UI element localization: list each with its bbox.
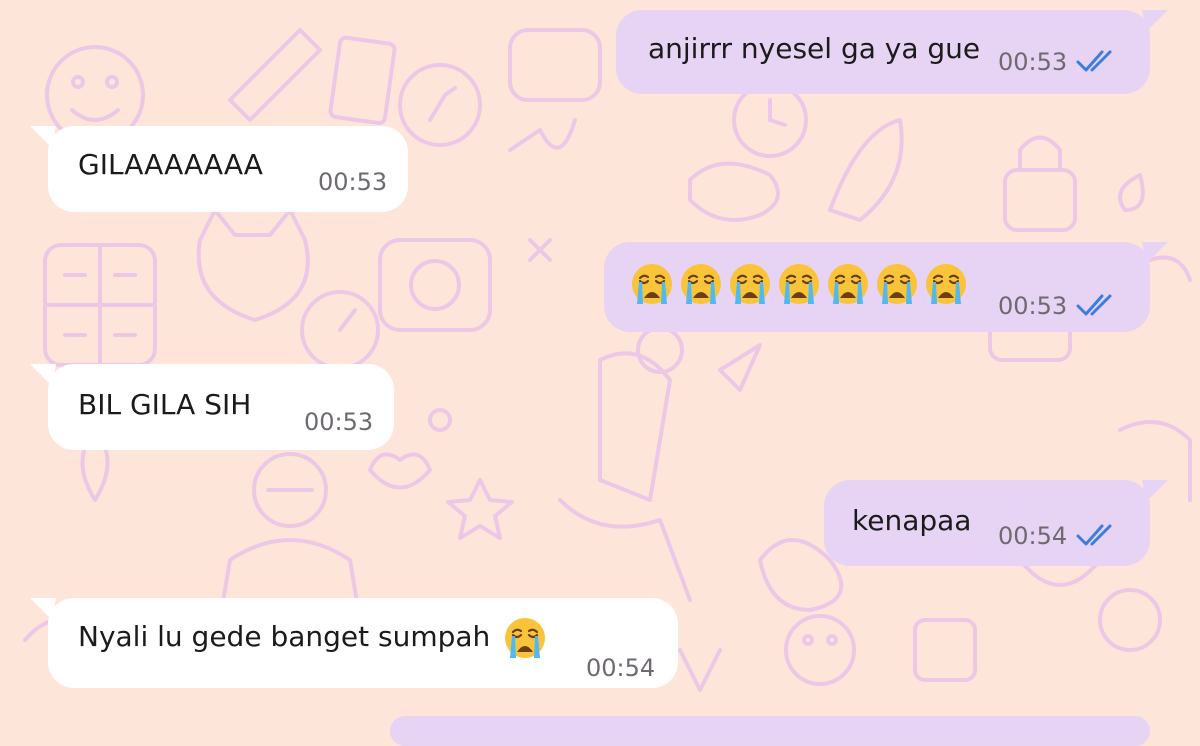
loudly-crying-face-icon xyxy=(679,262,723,306)
read-double-check-icon xyxy=(1076,294,1112,316)
loudly-crying-face-icon xyxy=(728,262,772,306)
message-timestamp: 00:54 xyxy=(586,654,656,682)
bubble-tail xyxy=(1142,480,1168,502)
loudly-crying-face-icon xyxy=(924,262,968,306)
message-text: GILAAAAAAA xyxy=(78,148,263,181)
message-text: anjirrr nyesel ga ya gue xyxy=(648,32,981,65)
loudly-crying-face-icon xyxy=(875,262,919,306)
message-timestamp: 00:53 xyxy=(304,408,374,436)
message-timestamp: 00:54 xyxy=(998,522,1068,550)
message-bubble-outgoing[interactable]: anjirrr nyesel ga ya gue 00:53 xyxy=(616,10,1168,94)
loudly-crying-face-icon xyxy=(503,616,547,660)
loudly-crying-face-icon xyxy=(826,262,870,306)
message-text: BIL GILA SIH xyxy=(78,388,252,421)
loudly-crying-face-icon xyxy=(630,262,674,306)
message-bubble-incoming[interactable]: GILAAAAAAA 00:53 xyxy=(30,126,408,212)
read-double-check-icon xyxy=(1076,524,1112,546)
message-bubble-incoming[interactable]: Nyali lu gede banget sumpah 00:54 xyxy=(30,598,678,688)
message-text: Nyali lu gede banget sumpah xyxy=(78,620,491,653)
message-content: Nyali lu gede banget sumpah xyxy=(78,620,552,660)
emoji-row xyxy=(630,262,973,306)
message-bubble-outgoing[interactable]: 00:53 xyxy=(604,242,1168,332)
message-bubble-outgoing-partial[interactable] xyxy=(390,716,1150,746)
loudly-crying-face-icon xyxy=(777,262,821,306)
read-double-check-icon xyxy=(1076,50,1112,72)
bubble-tail xyxy=(30,126,56,148)
message-timestamp: 00:53 xyxy=(318,168,388,196)
message-bubble-incoming[interactable]: BIL GILA SIH 00:53 xyxy=(30,364,394,450)
bubble-tail xyxy=(30,364,56,386)
bubble-tail xyxy=(1142,242,1168,264)
message-text: kenapaa xyxy=(852,504,972,537)
bubble-tail xyxy=(1142,10,1168,32)
message-timestamp: 00:53 xyxy=(998,292,1068,320)
bubble-tail xyxy=(30,598,56,620)
message-timestamp: 00:53 xyxy=(998,48,1068,76)
message-bubble-outgoing[interactable]: kenapaa 00:54 xyxy=(824,480,1168,566)
